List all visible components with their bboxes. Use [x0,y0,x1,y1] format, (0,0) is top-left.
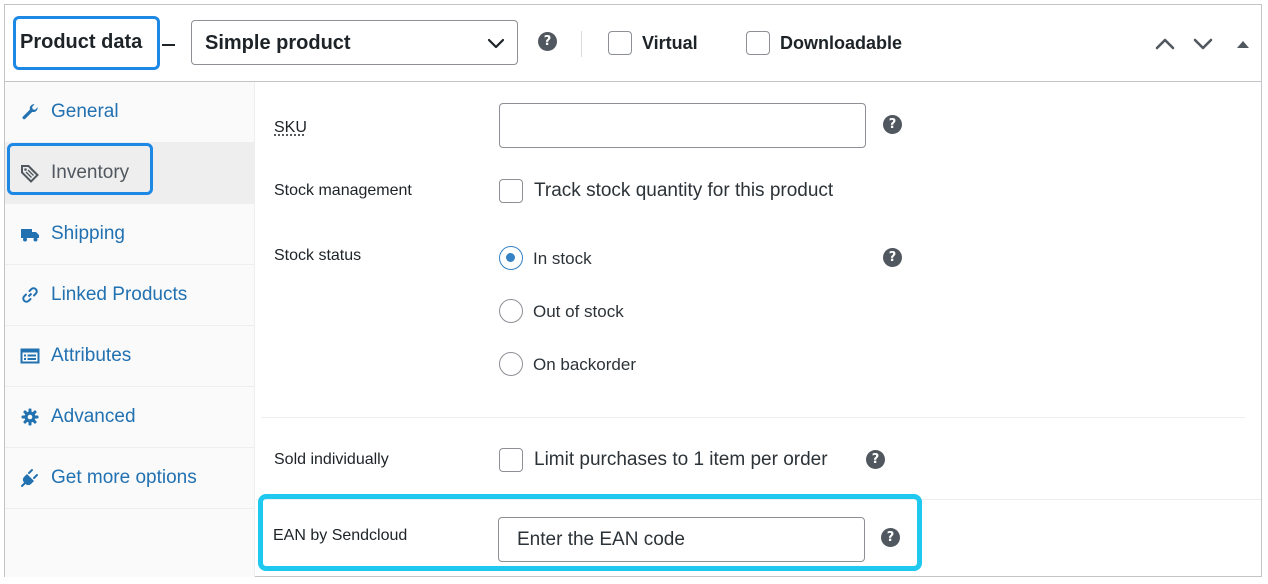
section-separator [261,417,1245,418]
sold-individually-checkbox-label: Limit purchases to 1 item per order [534,449,828,470]
help-icon[interactable]: ? [538,32,557,51]
plug-icon [21,469,38,487]
tab-attributes[interactable]: Attributes [5,326,255,387]
tab-advanced[interactable]: Advanced [5,387,255,448]
sku-help-icon[interactable]: ? [883,115,902,134]
tab-attributes-label: Attributes [51,345,132,366]
sold-individually-label: Sold individually [274,451,389,468]
chevron-up-icon[interactable] [1153,32,1177,56]
product-data-panel: Product data Simple product ? Virtual Do… [4,4,1262,577]
sold-individually-checkbox[interactable] [499,448,523,472]
radio-out-of-stock-label: Out of stock [533,302,624,321]
radio-in-stock[interactable] [499,246,523,270]
product-data-title: Product data [20,31,143,53]
stock-management-checkbox[interactable] [499,179,523,203]
inventory-highlight-box [7,143,153,195]
tab-get-more-options[interactable]: Get more options [5,448,255,509]
virtual-label: Virtual [642,33,698,53]
radio-in-stock-label: In stock [533,249,592,268]
tab-linked-products[interactable]: Linked Products [5,265,255,326]
header-divider [581,31,582,57]
gear-icon [21,408,39,426]
tab-advanced-label: Advanced [51,406,136,427]
chevron-down-icon [487,38,505,49]
wrench-icon [22,104,38,120]
ean-highlight-box [258,494,922,571]
tab-get-more-options-label: Get more options [51,467,197,488]
product-type-value: Simple product [205,32,351,54]
triangle-up-icon[interactable] [1231,33,1255,57]
sku-label: SKU [274,119,307,136]
chevron-down-icon[interactable] [1191,32,1215,56]
truck-icon [21,229,39,242]
tab-general-label: General [51,101,119,122]
stock-management-checkbox-label: Track stock quantity for this product [534,180,834,201]
title-dash [162,44,175,46]
radio-out-of-stock[interactable] [499,299,523,323]
virtual-checkbox[interactable] [608,31,632,55]
product-data-header: Product data Simple product ? Virtual Do… [5,5,1261,82]
radio-on-backorder-label: On backorder [533,355,636,374]
sku-input[interactable] [499,103,866,148]
tab-general[interactable]: General [5,82,255,143]
stock-status-label: Stock status [274,247,362,264]
stock-status-help-icon[interactable]: ? [883,248,902,267]
sold-individually-help-icon[interactable]: ? [866,450,885,469]
tab-shipping[interactable]: Shipping [5,204,255,265]
tab-linked-products-label: Linked Products [51,284,188,305]
downloadable-label: Downloadable [780,33,903,53]
link-icon [22,287,38,303]
list-icon [20,348,40,364]
radio-on-backorder[interactable] [499,352,523,376]
product-type-select[interactable]: Simple product [191,20,518,65]
downloadable-checkbox[interactable] [746,31,770,55]
stock-management-label: Stock management [274,182,412,199]
tab-shipping-label: Shipping [51,223,125,244]
